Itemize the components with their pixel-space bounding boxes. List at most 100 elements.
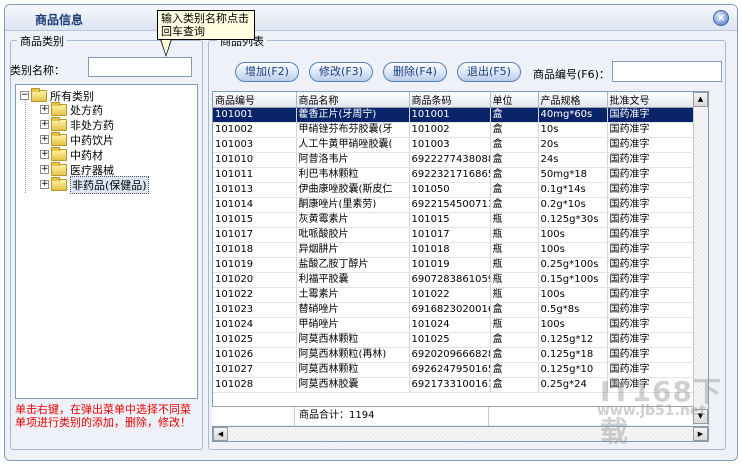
table-cell: 盒	[490, 167, 539, 183]
table-cell: 瓶	[490, 272, 539, 288]
footer-cell	[212, 407, 295, 426]
table-cell: 阿昔洛韦片	[296, 152, 410, 168]
table-cell: 瓶	[490, 317, 539, 333]
expand-icon[interactable]: +	[40, 105, 49, 114]
table-cell: 101018	[409, 242, 491, 258]
table-row[interactable]: 101025 阿莫西林颗粒 101025 盒 0.125g*12 国药准字	[213, 332, 708, 348]
folder-icon	[51, 131, 67, 146]
column-header[interactable]: 商品名称	[296, 92, 410, 108]
exit-button[interactable]: 退出(F5)	[457, 62, 521, 82]
table-cell: 利福平胶囊	[296, 272, 410, 288]
table-cell: 盒	[490, 122, 539, 138]
tree-line	[25, 99, 26, 193]
table-cell: 6922277438088	[409, 152, 491, 168]
table-cell: 0.5g*8s	[538, 302, 608, 318]
table-row[interactable]: 101010 阿昔洛韦片 6922277438088 盒 24s 国药准字	[213, 152, 708, 168]
product-code-input[interactable]	[612, 61, 722, 82]
scroll-left-icon[interactable]: ◀	[213, 427, 228, 441]
table-cell: 6922321716865	[409, 167, 491, 183]
tree-node-otc[interactable]: + 非处方药	[40, 116, 114, 132]
table-cell: 0.125g*30s	[538, 212, 608, 228]
table-cell: 盒	[490, 182, 539, 198]
table-cell: 替硝唑片	[296, 302, 410, 318]
close-icon[interactable]: ×	[713, 10, 729, 26]
table-cell: 10s	[538, 122, 608, 138]
table-cell: 盒	[490, 347, 539, 363]
column-header[interactable]: 商品条码	[409, 92, 491, 108]
table-cell: 盒	[490, 152, 539, 168]
expand-icon[interactable]: +	[40, 135, 49, 144]
title-bar: 商品信息 ×	[5, 5, 737, 31]
table-cell: 利巴韦林颗粒	[296, 167, 410, 183]
table-row[interactable]: 101018 异烟肼片 101018 瓶 100s 国药准字	[213, 242, 708, 258]
table-cell: 0.125g*18	[538, 347, 608, 363]
tree-node-herbal-slices[interactable]: + 中药饮片	[40, 131, 114, 147]
expand-icon[interactable]: +	[40, 150, 49, 159]
table-cell: 盒	[490, 362, 539, 378]
category-name-input[interactable]	[88, 57, 192, 77]
table-cell: 6907283861059	[409, 272, 491, 288]
scroll-up-icon[interactable]: ▲	[693, 92, 708, 107]
table-cell: 101001	[213, 107, 297, 123]
table-cell: 50mg*18	[538, 167, 608, 183]
table-cell: 101015	[213, 212, 297, 228]
table-cell: 6920209666828	[409, 347, 491, 363]
table-row[interactable]: 101024 甲硝唑片 101024 瓶 100s 国药准字	[213, 317, 708, 333]
table-cell: 6922154500711	[409, 197, 491, 213]
add-button[interactable]: 增加(F2)	[235, 62, 299, 82]
tree-node-non-drug[interactable]: + 非药品(保健品)	[40, 175, 149, 194]
table-row[interactable]: 101017 吡哌酸胶片 101017 瓶 100s 国药准字	[213, 227, 708, 243]
table-cell: 101010	[213, 152, 297, 168]
table-cell: 瓶	[490, 242, 539, 258]
tree-node-label: 中药饮片	[70, 133, 114, 147]
table-cell: 0.1g*14s	[538, 182, 608, 198]
tree-node-prescription[interactable]: + 处方药	[40, 101, 103, 117]
table-row[interactable]: 101019 盐酸乙胺丁醇片 101019 瓶 0.25g*100s 国药准字	[213, 257, 708, 273]
table-cell: 101017	[213, 227, 297, 243]
delete-button[interactable]: 删除(F4)	[383, 62, 447, 82]
table-cell: 盒	[490, 332, 539, 348]
column-header[interactable]: 产品规格	[538, 92, 608, 108]
table-row[interactable]: 101023 替硝唑片 6916823020016 盒 0.5g*8s 国药准字	[213, 302, 708, 318]
table-cell: 藿香正片(牙周宁)	[296, 107, 410, 123]
table-row[interactable]: 101001 藿香正片(牙周宁) 101001 盒 40mg*60s 国药准字	[213, 107, 708, 123]
table-cell: 甲硝锉芬布芬胶囊(牙	[296, 122, 410, 138]
table-row[interactable]: 101002 甲硝锉芬布芬胶囊(牙 101002 盒 10s 国药准字	[213, 122, 708, 138]
table-cell: 吡哌酸胶片	[296, 227, 410, 243]
table-row[interactable]: 101026 阿莫西林颗粒(再林) 6920209666828 盒 0.125g*18 国…	[213, 347, 708, 363]
table-row[interactable]: 101022 土霉素片 101022 瓶 100s 国药准字	[213, 287, 708, 303]
expand-icon[interactable]: +	[40, 165, 49, 174]
edit-button[interactable]: 修改(F3)	[309, 62, 373, 82]
table-row[interactable]: 101013 伊曲康唑胶囊(斯皮仁 101050 盒 0.1g*14s 国药准字	[213, 182, 708, 198]
table-cell: 24s	[538, 152, 608, 168]
table-row[interactable]: 101015 灰黄霉素片 101015 瓶 0.125g*30s 国药准字	[213, 212, 708, 228]
table-cell: 101014	[213, 197, 297, 213]
collapse-icon[interactable]: −	[20, 91, 29, 100]
table-row[interactable]: 101020 利福平胶囊 6907283861059 瓶 0.15g*100s 国药准字	[213, 272, 708, 288]
table-cell: 盒	[490, 377, 539, 393]
table-cell: 101019	[213, 257, 297, 273]
category-tree[interactable]: − 所有类别 + 处方药 + 非处方药 + 中药饮片 + 中药材 + 医疗器械 …	[15, 84, 198, 399]
table-cell: 0.25g*24	[538, 377, 608, 393]
expand-icon[interactable]: +	[40, 180, 49, 189]
table-row[interactable]: 101011 利巴韦林颗粒 6922321716865 盒 50mg*18 国药准字	[213, 167, 708, 183]
table-cell: 101002	[213, 122, 297, 138]
category-name-label: 类别名称：	[10, 64, 65, 77]
folder-icon	[51, 176, 67, 191]
table-cell: 100s	[538, 242, 608, 258]
table-cell: 盒	[490, 137, 539, 153]
column-header[interactable]: 单位	[490, 92, 539, 108]
table-cell: 6916823020016	[409, 302, 491, 318]
category-hint-text: 单击右键，在弹出菜单中选择不同菜单项进行类别的添加，删除，修改！	[15, 403, 191, 429]
table-row[interactable]: 101014 酮康唑片(里素劳) 6922154500711 盒 0.2g*10s 国药准…	[213, 197, 708, 213]
tree-node-label: 处方药	[70, 103, 103, 117]
table-cell: 0.15g*100s	[538, 272, 608, 288]
tree-node-herbal-material[interactable]: + 中药材	[40, 146, 103, 162]
expand-icon[interactable]: +	[40, 120, 49, 129]
table-cell: 101025	[409, 332, 491, 348]
table-row[interactable]: 101003 人工牛黄甲硝唑胶囊(101003 盒 20s 国药准字	[213, 137, 708, 153]
table-cell: 20s	[538, 137, 608, 153]
table-cell: 灰黄霉素片	[296, 212, 410, 228]
table-cell: 101022	[409, 287, 491, 303]
column-header[interactable]: 商品编号	[213, 92, 297, 108]
